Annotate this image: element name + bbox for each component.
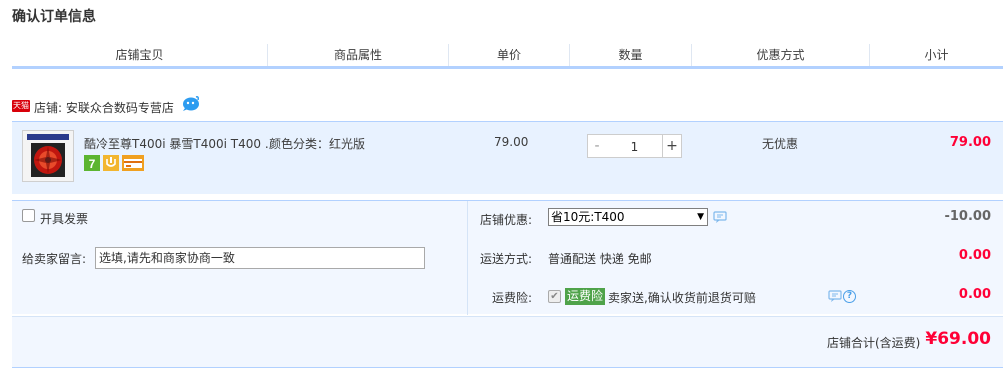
coupon-selected-value: 省10元:T400 <box>551 210 625 224</box>
coupon-amount: -10.00 <box>944 209 991 224</box>
quantity-input[interactable]: 1 <box>606 134 663 158</box>
credit-card-icon[interactable] <box>122 155 144 171</box>
insurance-label: 运费险: <box>491 291 532 305</box>
svg-text:7: 7 <box>89 157 96 171</box>
product-title-link[interactable]: 酷冷至尊T400i 暴雪T400i T400 ... <box>84 135 269 152</box>
coupon-label: 店铺优惠: <box>479 213 532 227</box>
dropdown-arrow-icon: ▼ <box>697 212 704 222</box>
col-attribute: 商品属性 <box>333 48 382 62</box>
col-quantity: 数量 <box>618 48 643 62</box>
unit-price: 79.00 <box>494 135 529 149</box>
header-underline <box>12 66 1003 69</box>
shop-total-value: ¥69.00 <box>925 329 991 349</box>
shop-name[interactable]: 店铺: 安联众合数码专营店 <box>34 99 174 116</box>
7-day-return-icon[interactable]: 7 <box>84 155 100 171</box>
shop-total-bar: 店铺合计(含运费) ¥69.00 <box>12 316 1003 368</box>
insurance-description: 卖家送,确认收货前退货可赔 <box>608 291 756 305</box>
quantity-increase-button[interactable]: + <box>662 134 682 158</box>
seller-message-input[interactable]: 选填,请先和商家协商一致 <box>95 247 425 269</box>
col-shop-item: 店铺宝贝 <box>115 48 164 62</box>
message-bubble-icon[interactable] <box>828 290 842 306</box>
order-item-row: 酷冷至尊T400i 暴雪T400i T400 ... 7 颜色分类：红光版 79… <box>12 121 1003 194</box>
shop-total-label: 店铺合计(含运费) <box>827 336 921 350</box>
help-icon[interactable]: ? <box>843 290 856 303</box>
shipping-amount: 0.00 <box>958 248 991 263</box>
page-title: 确认订单信息 <box>12 9 96 25</box>
panel-divider <box>467 201 468 315</box>
col-unit-price: 单价 <box>496 48 521 62</box>
order-options-panel: 开具发票 给卖家留言: 选填,请先和商家协商一致 店铺优惠: 省10元:T400… <box>12 200 1003 315</box>
quantity-decrease-button[interactable]: - <box>587 134 607 158</box>
tmall-badge: 天猫 <box>12 100 30 112</box>
message-label: 给卖家留言: <box>22 252 87 266</box>
col-discount: 优惠方式 <box>756 48 805 62</box>
coupon-select[interactable]: 省10元:T400 ▼ <box>548 208 708 226</box>
shipping-label: 运送方式: <box>479 252 532 266</box>
col-subtotal: 小计 <box>924 48 949 62</box>
insurance-amount: 0.00 <box>958 287 991 302</box>
product-thumbnail[interactable] <box>22 130 74 182</box>
message-bubble-icon[interactable] <box>713 211 727 227</box>
insurance-tag: 运费险 <box>565 288 606 305</box>
shipping-method: 普通配送 快递 免邮 <box>548 252 652 266</box>
wangwang-chat-icon[interactable] <box>182 96 200 115</box>
insurance-checkbox: ✔ <box>548 290 561 303</box>
invoice-checkbox[interactable] <box>22 209 35 222</box>
guarantee-icon[interactable] <box>103 155 119 171</box>
item-subtotal: 79.00 <box>949 135 991 150</box>
invoice-label: 开具发票 <box>40 212 89 226</box>
discount-method: 无优惠 <box>762 137 799 151</box>
product-attribute: 颜色分类：红光版 <box>269 137 366 151</box>
